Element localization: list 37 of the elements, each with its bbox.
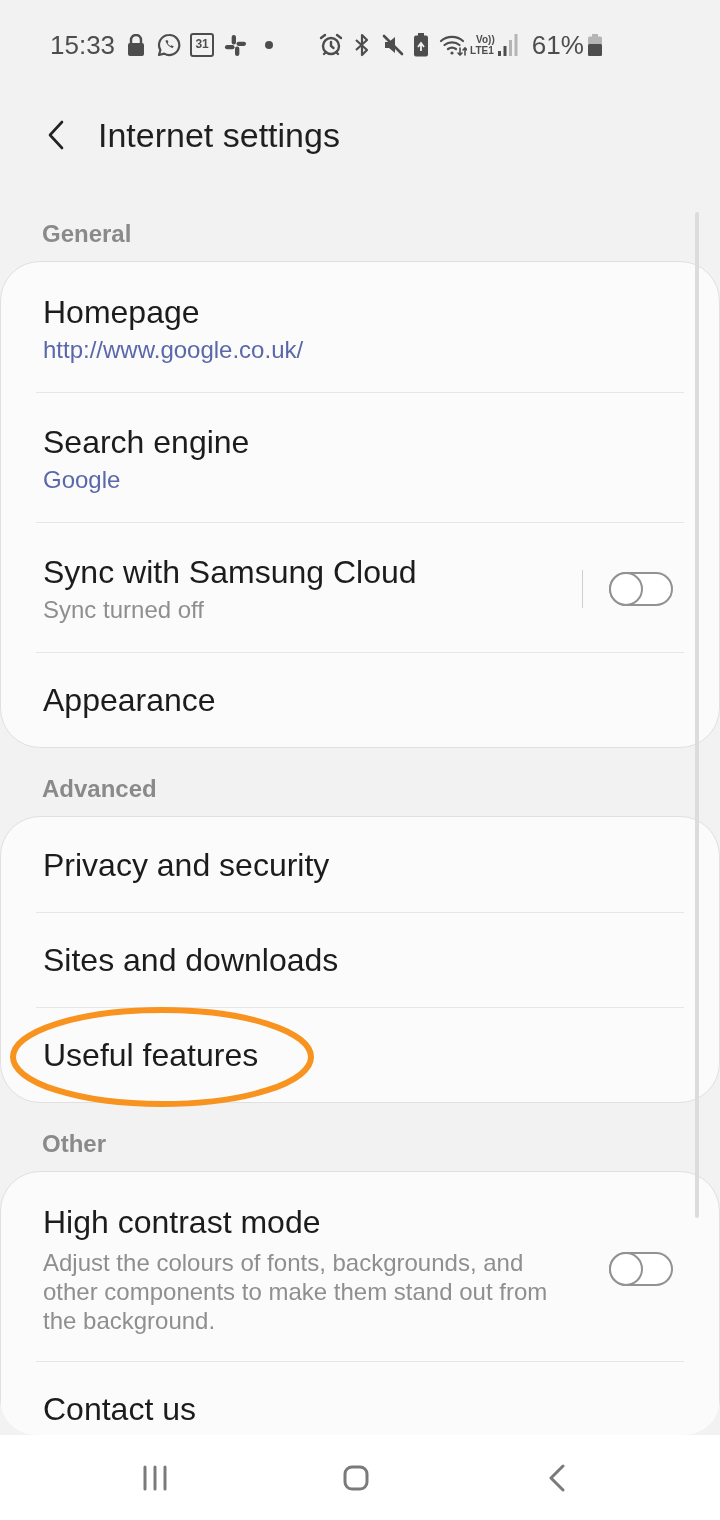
setting-title[interactable]: Privacy and security — [43, 845, 330, 885]
calendar-date: 31 — [190, 33, 215, 57]
setting-value: http://www.google.co.uk/ — [43, 335, 304, 365]
page-title: Internet settings — [98, 115, 340, 156]
toggle-switch[interactable] — [609, 572, 673, 606]
setting-summary: Sync turned off — [43, 595, 204, 625]
battery-arrows-icon — [413, 33, 430, 57]
setting-summary: Adjust the colours of fonts, backgrounds, and other components to make them stand out from the background. — [43, 1248, 549, 1335]
toggle-switch[interactable] — [609, 1251, 673, 1286]
setting-title[interactable]: Search engine — [43, 422, 250, 462]
wifi-icon — [439, 34, 468, 56]
clock-time: 15:33 — [50, 30, 116, 60]
section-header: General — [42, 220, 132, 248]
battery-icon — [587, 34, 602, 56]
setting-title[interactable]: Sites and downloads — [43, 940, 339, 980]
back-chevron-icon — [48, 120, 64, 150]
setting-title[interactable]: Homepage — [43, 292, 200, 332]
setting-value: Google — [43, 465, 121, 495]
alarm-clock-icon — [319, 33, 344, 57]
muted-speaker-icon — [381, 33, 406, 57]
pinwheel-icon — [224, 33, 248, 57]
setting-title[interactable]: High contrast mode — [43, 1202, 321, 1242]
lock-icon — [127, 34, 146, 56]
signal-bars-icon — [497, 34, 518, 56]
battery-percent: 61% — [531, 30, 584, 60]
recent-apps-icon — [143, 1464, 167, 1491]
dot-icon — [265, 41, 274, 49]
volte-label: Vo)) — [476, 34, 495, 45]
chat-bubble-icon — [157, 33, 182, 57]
section-header: Advanced — [42, 775, 157, 803]
setting-title[interactable]: Sync with Samsung Cloud — [43, 552, 417, 592]
network-label: LTE1 — [470, 45, 494, 56]
setting-title[interactable]: Contact us — [43, 1389, 196, 1429]
setting-title[interactable]: Appearance — [43, 680, 216, 720]
back-chevron-icon — [549, 1463, 565, 1492]
section-header: Other — [42, 1130, 106, 1158]
home-icon — [343, 1464, 369, 1491]
